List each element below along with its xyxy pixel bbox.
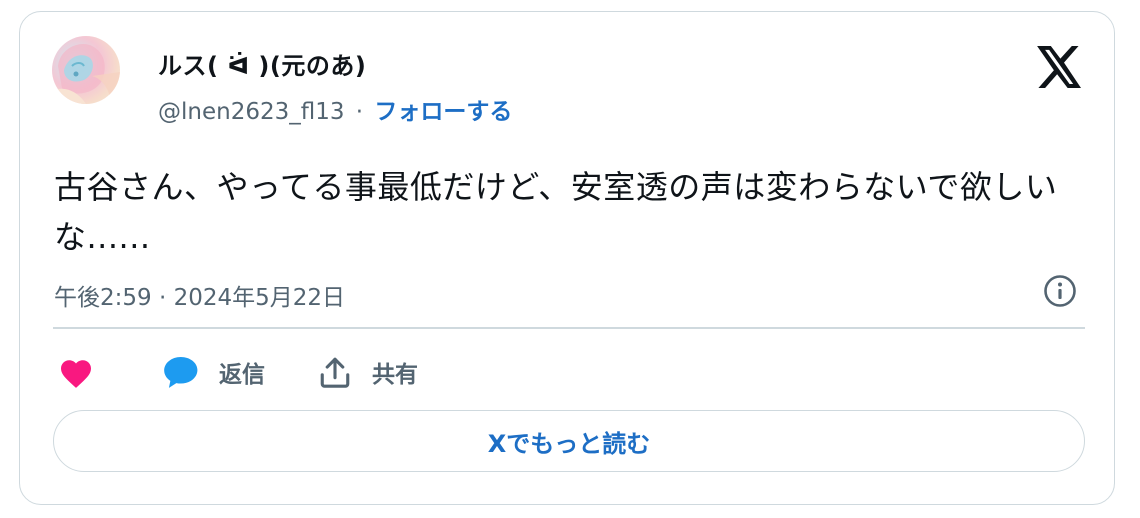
- heart-icon: [61, 360, 91, 388]
- follow-button[interactable]: フォローする: [374, 99, 512, 125]
- avatar[interactable]: [52, 36, 120, 104]
- speech-bubble-icon: [164, 356, 198, 388]
- share-button[interactable]: 共有: [318, 352, 418, 392]
- share-upload-icon: [320, 357, 350, 388]
- like-button[interactable]: [58, 352, 94, 392]
- avatar-illustration: [52, 44, 120, 104]
- tweet-timestamp[interactable]: 午後2:59 · 2024年5月22日: [54, 278, 345, 312]
- x-logo-icon[interactable]: [1037, 46, 1083, 88]
- reply-button[interactable]: 返信: [161, 352, 265, 392]
- display-name[interactable]: ルス( ᐛ )(元のあ): [158, 46, 366, 81]
- read-more-button[interactable]: Xでもっと読む: [53, 410, 1085, 472]
- info-icon[interactable]: [1043, 274, 1077, 308]
- user-handle[interactable]: @lnen2623_fl13: [158, 99, 344, 125]
- reply-label: 返信: [219, 362, 265, 388]
- handle-row: @lnen2623_fl13 · フォローする: [158, 92, 512, 126]
- share-label: 共有: [372, 362, 418, 388]
- tweet-embed-card: ルス( ᐛ )(元のあ) @lnen2623_fl13 · フォローする 古谷さ…: [19, 11, 1115, 505]
- tweet-text: 古谷さん、やってる事最低だけど、安室透の声は変わらないで欲しいな......: [54, 168, 1058, 256]
- separator-dot: ·: [355, 99, 364, 125]
- divider: [53, 327, 1085, 329]
